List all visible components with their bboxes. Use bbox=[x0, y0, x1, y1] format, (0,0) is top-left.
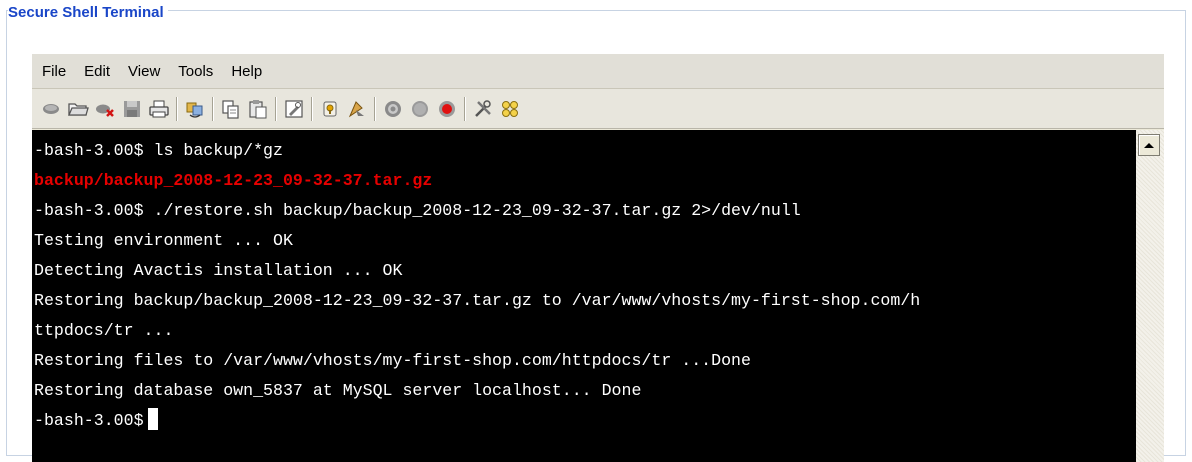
terminal-line: ttpdocs/tr ... bbox=[34, 321, 174, 340]
panel-title: Secure Shell Terminal bbox=[8, 4, 168, 21]
toolbar-separator bbox=[311, 96, 313, 121]
terminal-prompt: -bash-3.00$ bbox=[34, 411, 144, 430]
transfer-icon[interactable] bbox=[344, 96, 370, 122]
menu-bar: File Edit View Tools Help bbox=[32, 54, 1164, 89]
menu-file[interactable]: File bbox=[34, 63, 74, 80]
terminal-line: Restoring files to /var/www/vhosts/my-fi… bbox=[34, 351, 751, 370]
terminal-output[interactable]: -bash-3.00$ ls backup/*gz backup/backup_… bbox=[32, 130, 1136, 462]
terminal-line: Detecting Avactis installation ... OK bbox=[34, 261, 403, 280]
menu-help[interactable]: Help bbox=[223, 63, 270, 80]
settings-icon[interactable] bbox=[281, 96, 307, 122]
terminal-scrollbar[interactable] bbox=[1136, 130, 1164, 462]
toolbar bbox=[32, 89, 1164, 129]
terminal-line: backup/backup_2008-12-23_09-32-37.tar.gz bbox=[34, 171, 433, 190]
toolbar-separator bbox=[275, 96, 277, 121]
toolbar-separator bbox=[464, 96, 466, 121]
menu-tools[interactable]: Tools bbox=[170, 63, 221, 80]
toolbar-separator bbox=[176, 96, 178, 121]
disconnect-icon[interactable] bbox=[92, 96, 118, 122]
menu-view[interactable]: View bbox=[120, 63, 168, 80]
save-icon[interactable] bbox=[119, 96, 145, 122]
toolbar-separator bbox=[374, 96, 376, 121]
terminal-line: Restoring database own_5837 at MySQL ser… bbox=[34, 381, 642, 400]
menu-edit[interactable]: Edit bbox=[76, 63, 118, 80]
terminal-cursor bbox=[147, 408, 158, 430]
connect-icon[interactable] bbox=[38, 96, 64, 122]
copy-icon[interactable] bbox=[218, 96, 244, 122]
tools-icon[interactable] bbox=[470, 96, 496, 122]
open-folder-icon[interactable] bbox=[65, 96, 91, 122]
terminal-line: -bash-3.00$ ls backup/*gz bbox=[34, 141, 283, 160]
paste-icon[interactable] bbox=[245, 96, 271, 122]
options-icon[interactable] bbox=[497, 96, 523, 122]
record-icon[interactable] bbox=[380, 96, 406, 122]
scroll-up-button[interactable] bbox=[1138, 134, 1160, 156]
arrow-up-icon bbox=[1144, 142, 1154, 148]
toolbar-separator bbox=[212, 96, 214, 121]
terminal-line: -bash-3.00$ ./restore.sh backup/backup_2… bbox=[34, 201, 801, 220]
stop-icon[interactable] bbox=[434, 96, 460, 122]
pause-icon[interactable] bbox=[407, 96, 433, 122]
terminal-prompt-line[interactable]: -bash-3.00$ bbox=[32, 406, 1136, 436]
reconnect-icon[interactable] bbox=[182, 96, 208, 122]
key-icon[interactable] bbox=[317, 96, 343, 122]
terminal-line: Restoring backup/backup_2008-12-23_09-32… bbox=[34, 291, 921, 310]
print-icon[interactable] bbox=[146, 96, 172, 122]
terminal-line: Testing environment ... OK bbox=[34, 231, 293, 250]
ssh-client-window: File Edit View Tools Help -bash-3.00$ ls… bbox=[32, 54, 1164, 462]
